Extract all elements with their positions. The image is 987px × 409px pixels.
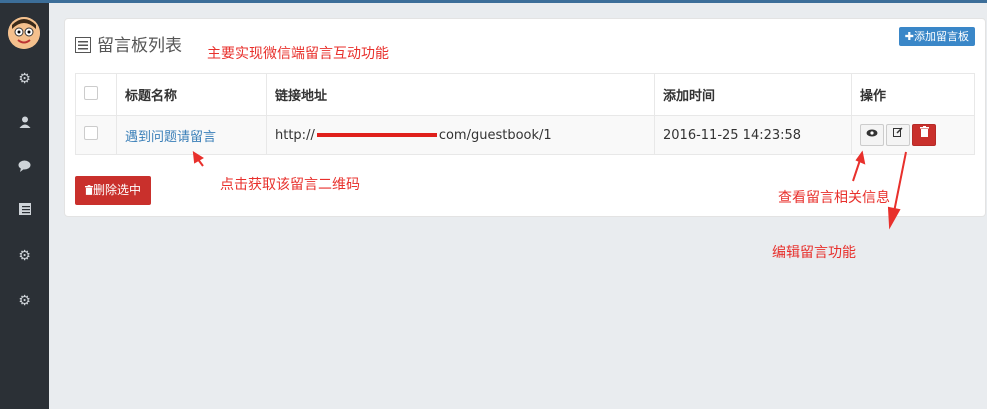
- arrow-edit-head: [887, 206, 901, 230]
- arrow-qr-head: [192, 151, 204, 164]
- arrow-view-head: [855, 150, 866, 165]
- annotation-arrows: [192, 150, 907, 230]
- arrow-view: [852, 159, 861, 182]
- arrow-edit: [893, 151, 907, 213]
